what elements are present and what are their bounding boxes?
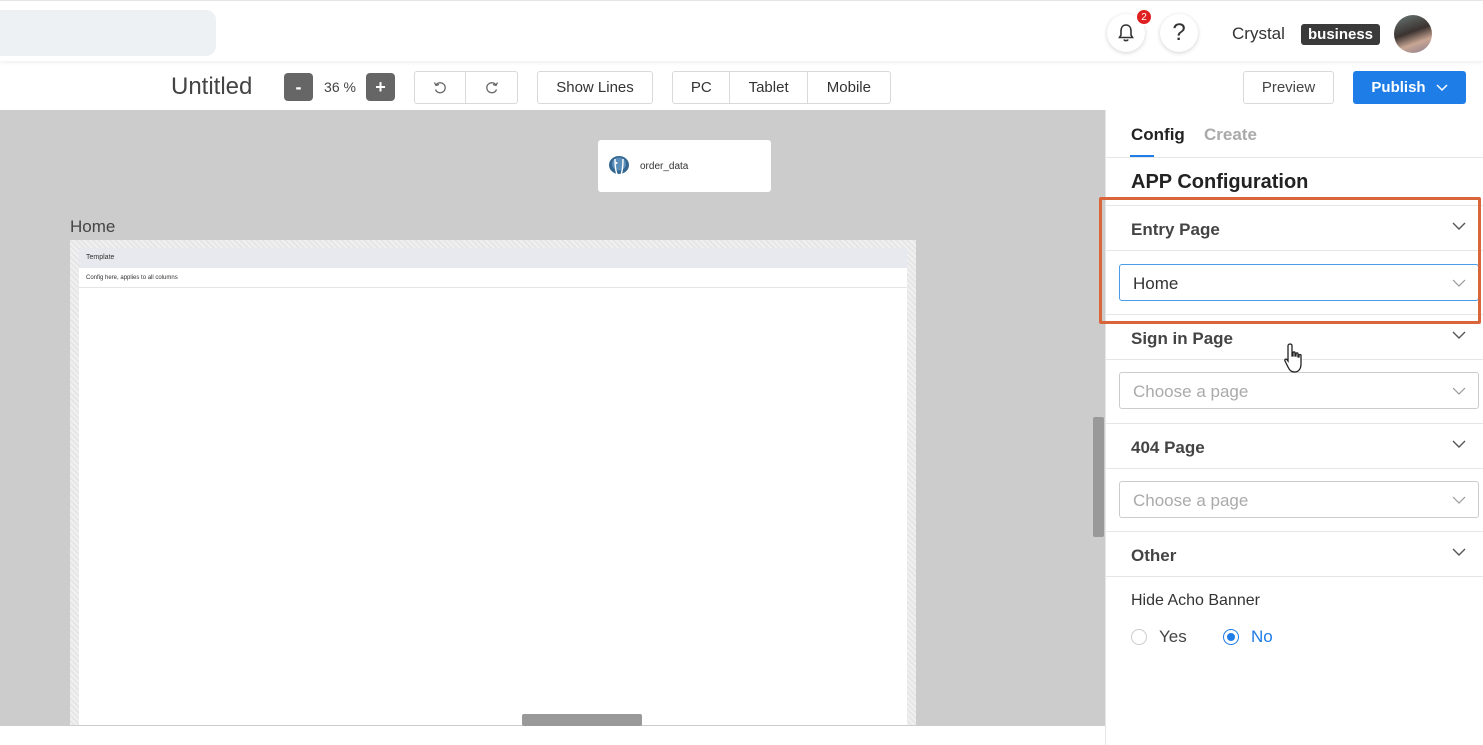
show-lines-button[interactable]: Show Lines	[537, 71, 653, 104]
zoom-out-button[interactable]: -	[284, 73, 313, 101]
chevron-down-icon	[1452, 387, 1466, 395]
undo-button[interactable]	[415, 72, 466, 103]
top-bar: 2 ? Crystal business	[0, 0, 1483, 61]
template-row[interactable]: Config here, applies to all columns	[79, 268, 907, 288]
chevron-down-icon	[1452, 222, 1466, 230]
search-bar[interactable]	[0, 10, 216, 56]
postgresql-icon	[609, 156, 629, 177]
radio-circle[interactable]	[1131, 629, 1147, 645]
redo-button[interactable]	[466, 72, 517, 103]
history-controls	[414, 71, 518, 104]
avatar[interactable]	[1394, 15, 1432, 53]
not-found-page-placeholder: Choose a page	[1133, 491, 1249, 510]
page-name: Home	[70, 217, 116, 236]
chevron-down-icon	[1452, 440, 1466, 448]
editor-canvas[interactable]: order_data Home Template Config here, ap…	[0, 110, 1105, 726]
plan-badge: business	[1301, 24, 1381, 45]
chevron-down-icon	[1452, 279, 1466, 287]
hand-cursor-icon	[1284, 343, 1302, 373]
device-tablet[interactable]: Tablet	[730, 72, 808, 103]
panel-title: APP Configuration	[1131, 171, 1309, 193]
entry-page-select[interactable]: Home	[1119, 264, 1479, 301]
publish-label: Publish	[1371, 79, 1426, 96]
chevron-down-icon	[1436, 83, 1448, 91]
device-mobile[interactable]: Mobile	[808, 72, 890, 103]
question-icon: ?	[1172, 19, 1186, 46]
datasource-name: order_data	[640, 160, 689, 172]
chevron-down-icon	[1452, 548, 1466, 556]
other-section[interactable]: Other	[1106, 531, 1483, 577]
preview-button[interactable]: Preview	[1243, 71, 1334, 104]
hide-banner-no[interactable]: No	[1223, 627, 1273, 647]
sign-in-page-placeholder: Choose a page	[1133, 382, 1249, 401]
entry-page-value: Home	[1133, 274, 1179, 293]
tab-divider	[1106, 157, 1483, 158]
tab-create[interactable]: Create	[1204, 125, 1257, 145]
publish-button[interactable]: Publish	[1353, 71, 1466, 104]
tab-config[interactable]: Config	[1131, 125, 1185, 145]
horizontal-scrollbar[interactable]	[522, 714, 642, 726]
vertical-scrollbar[interactable]	[1093, 417, 1104, 537]
device-pc[interactable]: PC	[673, 72, 731, 103]
sign-in-page-select[interactable]: Choose a page	[1119, 372, 1479, 409]
zoom-level: 36 %	[324, 79, 356, 95]
page-preview[interactable]: Template Config here, applies to all col…	[70, 240, 916, 725]
entry-page-section[interactable]: Entry Page	[1106, 205, 1483, 251]
datasource-card[interactable]: order_data	[598, 140, 771, 192]
hide-banner-yes[interactable]: Yes	[1131, 627, 1187, 647]
not-found-page-label: 404 Page	[1131, 438, 1205, 457]
template-header[interactable]: Template	[79, 248, 907, 268]
username[interactable]: Crystal	[1232, 24, 1285, 44]
no-label: No	[1251, 627, 1273, 646]
chevron-down-icon	[1452, 496, 1466, 504]
undo-icon	[433, 81, 446, 93]
hide-banner-label: Hide Acho Banner	[1131, 592, 1260, 609]
entry-page-label: Entry Page	[1131, 220, 1220, 239]
other-label: Other	[1131, 546, 1177, 565]
device-switcher: PC Tablet Mobile	[672, 71, 891, 104]
yes-label: Yes	[1159, 627, 1187, 646]
chevron-down-icon	[1452, 331, 1466, 339]
radio-circle-selected[interactable]	[1223, 629, 1239, 645]
redo-icon	[485, 81, 498, 93]
help-button[interactable]: ?	[1160, 14, 1198, 52]
not-found-page-select[interactable]: Choose a page	[1119, 481, 1479, 518]
sign-in-page-label: Sign in Page	[1131, 329, 1234, 348]
zoom-in-button[interactable]: +	[366, 73, 395, 101]
bell-icon	[1118, 24, 1134, 42]
show-lines-label: Show Lines	[556, 79, 634, 96]
config-panel: Config Create APP Configuration Entry Pa…	[1105, 110, 1483, 745]
not-found-page-section[interactable]: 404 Page	[1106, 423, 1483, 469]
editor-toolbar: Untitled - 36 % + Show Lines PC Tablet M…	[0, 62, 1483, 110]
notification-badge: 2	[1136, 9, 1152, 25]
bottom-strip	[0, 726, 1105, 745]
document-title[interactable]: Untitled	[171, 73, 252, 101]
page-body[interactable]: Template Config here, applies to all col…	[79, 248, 907, 725]
